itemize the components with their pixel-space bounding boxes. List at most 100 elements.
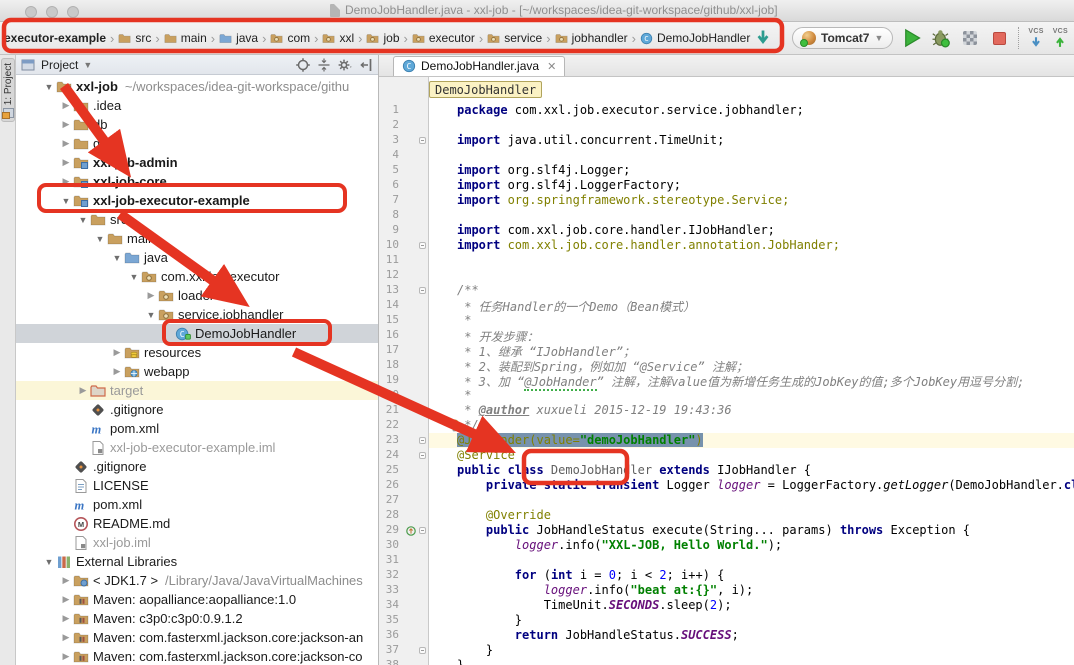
tree-item-service-jobhandler[interactable]: ▼service.jobhandler (16, 305, 378, 324)
code-line-35[interactable]: 35 } (379, 613, 1074, 628)
fold-marker-icon[interactable] (419, 452, 426, 459)
tree-item-main[interactable]: ▼main (16, 229, 378, 248)
tree-expand-closed-icon[interactable]: ▶ (110, 366, 124, 377)
breadcrumb-xxl[interactable]: xxl (320, 30, 356, 46)
tree-expand-open-icon[interactable]: ▼ (144, 310, 158, 320)
tree-expand-open-icon[interactable]: ▼ (76, 215, 90, 225)
tree-item-maven-com-fasterxml-jackson-core-jackson-an[interactable]: ▶Maven: com.fasterxml.jackson.core:jacks… (16, 628, 378, 647)
tree-expand-open-icon[interactable]: ▼ (127, 272, 141, 282)
fold-marker-icon[interactable] (419, 647, 426, 654)
override-method-icon[interactable] (405, 525, 417, 537)
minimize-window-button[interactable] (46, 6, 58, 18)
code-line-11[interactable]: 11 (379, 253, 1074, 268)
code-line-10[interactable]: 10import com.xxl.job.core.handler.annota… (379, 238, 1074, 253)
code-line-31[interactable]: 31 (379, 553, 1074, 568)
breadcrumb-job[interactable]: job (364, 30, 401, 46)
vcs-commit-button[interactable]: VCS (1053, 28, 1068, 49)
hide-panel-icon[interactable] (358, 57, 374, 73)
tree-item-target[interactable]: ▶target (16, 381, 378, 400)
code-line-14[interactable]: 14 * 任务Handler的一个Demo（Bean模式） (379, 298, 1074, 313)
code-line-28[interactable]: 28 @Override (379, 508, 1074, 523)
code-line-21[interactable]: 21 * @author xuxueli 2015-12-19 19:43:36 (379, 403, 1074, 418)
run-button[interactable] (902, 28, 922, 48)
tree-item-demojobhandler[interactable]: CDemoJobHandler (16, 324, 378, 343)
locate-icon[interactable] (295, 57, 311, 73)
code-line-7[interactable]: 7import org.springframework.stereotype.S… (379, 193, 1074, 208)
breadcrumb-executor[interactable]: executor (410, 30, 477, 46)
tree-expand-closed-icon[interactable]: ▶ (59, 138, 73, 149)
code-line-27[interactable]: 27 (379, 493, 1074, 508)
breadcrumb-service[interactable]: service (485, 30, 544, 46)
code-line-16[interactable]: 16 * 开发步骤： (379, 328, 1074, 343)
tree-expand-closed-icon[interactable]: ▶ (59, 651, 73, 662)
fold-marker-icon[interactable] (419, 137, 426, 144)
code-line-18[interactable]: 18 * 2、装配到Spring，例如加 “@Service” 注解； (379, 358, 1074, 373)
tree-item-java[interactable]: ▼java (16, 248, 378, 267)
tree-item-external-libraries[interactable]: ▼External Libraries (16, 552, 378, 571)
settings-gear-icon[interactable] (337, 57, 353, 73)
tree-expand-closed-icon[interactable]: ▶ (59, 613, 73, 624)
code-line-25[interactable]: 25public class DemoJobHandler extends IJ… (379, 463, 1074, 478)
tree-item-xxl-job-admin[interactable]: ▶xxl-job-admin (16, 153, 378, 172)
code-line-5[interactable]: 5import org.slf4j.Logger; (379, 163, 1074, 178)
tree-item-resources[interactable]: ▶resources (16, 343, 378, 362)
run-configuration-select[interactable]: Tomcat7 ▼ (792, 27, 893, 49)
tree-item-xxl-job-executor-example-iml[interactable]: xxl-job-executor-example.iml (16, 438, 378, 457)
code-line-12[interactable]: 12 (379, 268, 1074, 283)
code-line-26[interactable]: 26 private static transient Logger logge… (379, 478, 1074, 493)
tree-item-loader[interactable]: ▶loader (16, 286, 378, 305)
fold-marker-icon[interactable] (419, 287, 426, 294)
tree-expand-open-icon[interactable]: ▼ (93, 234, 107, 244)
tree-expand-open-icon[interactable]: ▼ (59, 196, 73, 206)
code-line-33[interactable]: 33 logger.info("beat at:{}", i); (379, 583, 1074, 598)
navigate-down-icon[interactable] (753, 28, 773, 48)
fold-marker-icon[interactable] (419, 437, 426, 444)
tree-item-db[interactable]: ▶db (16, 115, 378, 134)
tree-expand-open-icon[interactable]: ▼ (110, 253, 124, 263)
collapse-all-icon[interactable] (316, 57, 332, 73)
breadcrumb-demojobhandler[interactable]: CDemoJobHandler (638, 30, 752, 46)
code-line-19[interactable]: 19 * 3、加 “@JobHander” 注解，注解value值为新增任务生成… (379, 373, 1074, 388)
project-view-select[interactable]: Project (41, 58, 78, 72)
vcs-update-button[interactable]: VCS (1028, 28, 1043, 49)
project-tool-window-tab[interactable]: 1: Project (1, 58, 15, 122)
tree-item-license[interactable]: LICENSE (16, 476, 378, 495)
code-line-15[interactable]: 15 * (379, 313, 1074, 328)
tree-item-xxl-job[interactable]: ▼xxl-job~/workspaces/idea-git-workspace/… (16, 77, 378, 96)
stop-button[interactable] (989, 28, 1009, 48)
coverage-button[interactable] (960, 28, 980, 48)
tree-expand-closed-icon[interactable]: ▶ (76, 385, 90, 396)
code-line-37[interactable]: 37 } (379, 643, 1074, 658)
breadcrumb-executor-example[interactable]: executor-example (2, 30, 108, 46)
intention-bulb-icon[interactable] (447, 418, 462, 433)
zoom-window-button[interactable] (67, 6, 79, 18)
tree-expand-closed-icon[interactable]: ▶ (110, 347, 124, 358)
editor-tab-demojobhandler[interactable]: C DemoJobHandler.java ✕ (393, 56, 565, 76)
fold-marker-icon[interactable] (419, 527, 426, 534)
code-line-24[interactable]: 24@Service (379, 448, 1074, 463)
code-line-30[interactable]: 30 logger.info("XXL-JOB, Hello World."); (379, 538, 1074, 553)
code-line-9[interactable]: 9import com.xxl.job.core.handler.IJobHan… (379, 223, 1074, 238)
tree-item-maven-com-fasterxml-jackson-core-jackson-co[interactable]: ▶Maven: com.fasterxml.jackson.core:jacks… (16, 647, 378, 665)
tree-item-pom-xml[interactable]: mpom.xml (16, 419, 378, 438)
code-line-36[interactable]: 36 return JobHandleStatus.SUCCESS; (379, 628, 1074, 643)
code-line-8[interactable]: 8 (379, 208, 1074, 223)
code-line-1[interactable]: 1package com.xxl.job.executor.service.jo… (379, 103, 1074, 118)
tree-item-xxl-job-core[interactable]: ▶xxl-job-core (16, 172, 378, 191)
code-line-34[interactable]: 34 TimeUnit.SECONDS.sleep(2); (379, 598, 1074, 613)
code-line-17[interactable]: 17 * 1、继承 “IJobHandler”； (379, 343, 1074, 358)
code-line-22[interactable]: 22 */ (379, 418, 1074, 433)
code-line-6[interactable]: 6import org.slf4j.LoggerFactory; (379, 178, 1074, 193)
tree-expand-closed-icon[interactable]: ▶ (144, 290, 158, 301)
tree-expand-open-icon[interactable]: ▼ (42, 557, 56, 567)
tree-item-gitignore[interactable]: .gitignore (16, 457, 378, 476)
code-line-3[interactable]: 3import java.util.concurrent.TimeUnit; (379, 133, 1074, 148)
tree-item-pom-xml[interactable]: mpom.xml (16, 495, 378, 514)
tree-item-xxl-job-executor-example[interactable]: ▼xxl-job-executor-example (16, 191, 378, 210)
breadcrumb-com[interactable]: com (268, 30, 312, 46)
tree-item-com-xxl-job-executor[interactable]: ▼com.xxl.job.executor (16, 267, 378, 286)
tree-item-idea[interactable]: ▶.idea (16, 96, 378, 115)
tree-expand-closed-icon[interactable]: ▶ (59, 176, 73, 187)
tree-item-gitignore[interactable]: .gitignore (16, 400, 378, 419)
close-tab-icon[interactable]: ✕ (547, 60, 556, 73)
